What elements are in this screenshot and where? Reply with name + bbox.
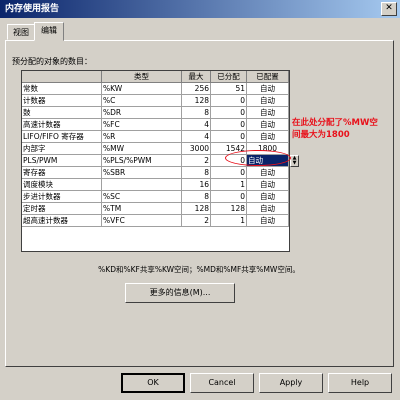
table-header-type: 类型 (102, 71, 182, 83)
row-name: 鼓 (22, 107, 102, 119)
row-name: 步进计数器 (22, 191, 102, 203)
row-type: %SC (102, 191, 182, 203)
row-configured-field[interactable]: 自动 (247, 107, 289, 119)
row-type: %DR (102, 107, 182, 119)
spinner-arrows-icon[interactable]: ▲ ▼ (290, 155, 299, 167)
row-configured-field[interactable]: 自动 (247, 131, 289, 143)
row-name: 计数器 (22, 95, 102, 107)
row-allocated: 0 (211, 107, 247, 119)
row-allocated: 0 (211, 167, 247, 179)
row-max: 4 (182, 131, 211, 143)
row-name: 定时器 (22, 203, 102, 215)
row-type: %TM (102, 203, 182, 215)
tab-view[interactable]: 视图 (7, 24, 35, 40)
table-row: LIFO/FIFO 寄存器 %R 4 0 自动 (22, 131, 289, 143)
help-button[interactable]: Help (328, 373, 392, 393)
table-row: 调度模块 16 1 自动 (22, 179, 289, 191)
row-max: 128 (182, 95, 211, 107)
close-icon[interactable]: ✕ (381, 2, 397, 16)
row-max: 256 (182, 83, 211, 95)
row-max: 3000 (182, 143, 211, 155)
cancel-button[interactable]: Cancel (190, 373, 254, 393)
annotation-ellipse (225, 150, 291, 166)
table-header-max: 最大 (182, 71, 211, 83)
row-configured-field[interactable]: 自动 (247, 203, 289, 215)
row-allocated: 0 (211, 95, 247, 107)
row-allocated: 51 (211, 83, 247, 95)
row-configured-field[interactable]: 自动 (247, 191, 289, 203)
row-type: %R (102, 131, 182, 143)
row-name: 常数 (22, 83, 102, 95)
row-type: %KW (102, 83, 182, 95)
row-configured-field[interactable]: 自动 (247, 119, 289, 131)
title-bar: 内存使用报告 ✕ (0, 0, 400, 18)
table-row: 超高速计数器 %VFC 2 1 自动 (22, 215, 289, 227)
row-configured-field[interactable]: 自动 (247, 83, 289, 95)
annotation-text: 在此处分配了%MW空间最大为1800 (292, 118, 378, 140)
row-max: 8 (182, 167, 211, 179)
row-configured-field[interactable]: 自动 (247, 215, 289, 227)
shared-space-note: %KD和%KF共享%KW空间；%MD和%MF共享%MW空间。 (98, 265, 300, 274)
table-row: 步进计数器 %SC 8 0 自动 (22, 191, 289, 203)
row-name: 内部字 (22, 143, 102, 155)
row-type: %VFC (102, 215, 182, 227)
table-row: 计数器 %C 128 0 自动 (22, 95, 289, 107)
table-row: 寄存器 %SBR 8 0 自动 (22, 167, 289, 179)
row-max: 128 (182, 203, 211, 215)
row-name: 寄存器 (22, 167, 102, 179)
row-name: LIFO/FIFO 寄存器 (22, 131, 102, 143)
table-row: 高速计数器 %FC 4 0 自动 (22, 119, 289, 131)
row-type: %C (102, 95, 182, 107)
row-max: 16 (182, 179, 211, 191)
row-max: 8 (182, 107, 211, 119)
ok-button[interactable]: OK (121, 373, 185, 393)
row-allocated: 128 (211, 203, 247, 215)
row-configured-field[interactable]: 自动 (247, 95, 289, 107)
tab-edit[interactable]: 编辑 (34, 22, 64, 41)
row-max: 2 (182, 155, 211, 167)
row-allocated: 1 (211, 179, 247, 191)
table-row: 鼓 %DR 8 0 自动 (22, 107, 289, 119)
table-row: 定时器 %TM 128 128 自动 (22, 203, 289, 215)
row-allocated: 1 (211, 215, 247, 227)
row-name: 超高速计数器 (22, 215, 102, 227)
table-header-allocated: 已分配 (211, 71, 247, 83)
row-configured-field[interactable]: 自动 (247, 179, 289, 191)
apply-button[interactable]: Apply (259, 373, 323, 393)
row-configured-field[interactable]: 自动 (247, 167, 289, 179)
row-allocated: 0 (211, 131, 247, 143)
row-type (102, 179, 182, 191)
row-type: %PLS/%PWM (102, 155, 182, 167)
row-name: PLS/PWM (22, 155, 102, 167)
section-label: 预分配的对象的数目： (12, 57, 92, 66)
row-allocated: 0 (211, 119, 247, 131)
row-name: 调度模块 (22, 179, 102, 191)
table-header-name (22, 71, 102, 83)
row-max: 4 (182, 119, 211, 131)
row-allocated: 0 (211, 191, 247, 203)
row-name: 高速计数器 (22, 119, 102, 131)
row-type: %SBR (102, 167, 182, 179)
table-header-row: 类型 最大 已分配 已配置 (22, 71, 289, 83)
window-title: 内存使用报告 (5, 4, 60, 14)
table-header-configured: 已配置 (247, 71, 289, 83)
row-max: 2 (182, 215, 211, 227)
more-info-button[interactable]: 更多的信息(M)... (125, 283, 235, 303)
table-row: 常数 %KW 256 51 自动 (22, 83, 289, 95)
row-type: %FC (102, 119, 182, 131)
row-max: 8 (182, 191, 211, 203)
row-type: %MW (102, 143, 182, 155)
